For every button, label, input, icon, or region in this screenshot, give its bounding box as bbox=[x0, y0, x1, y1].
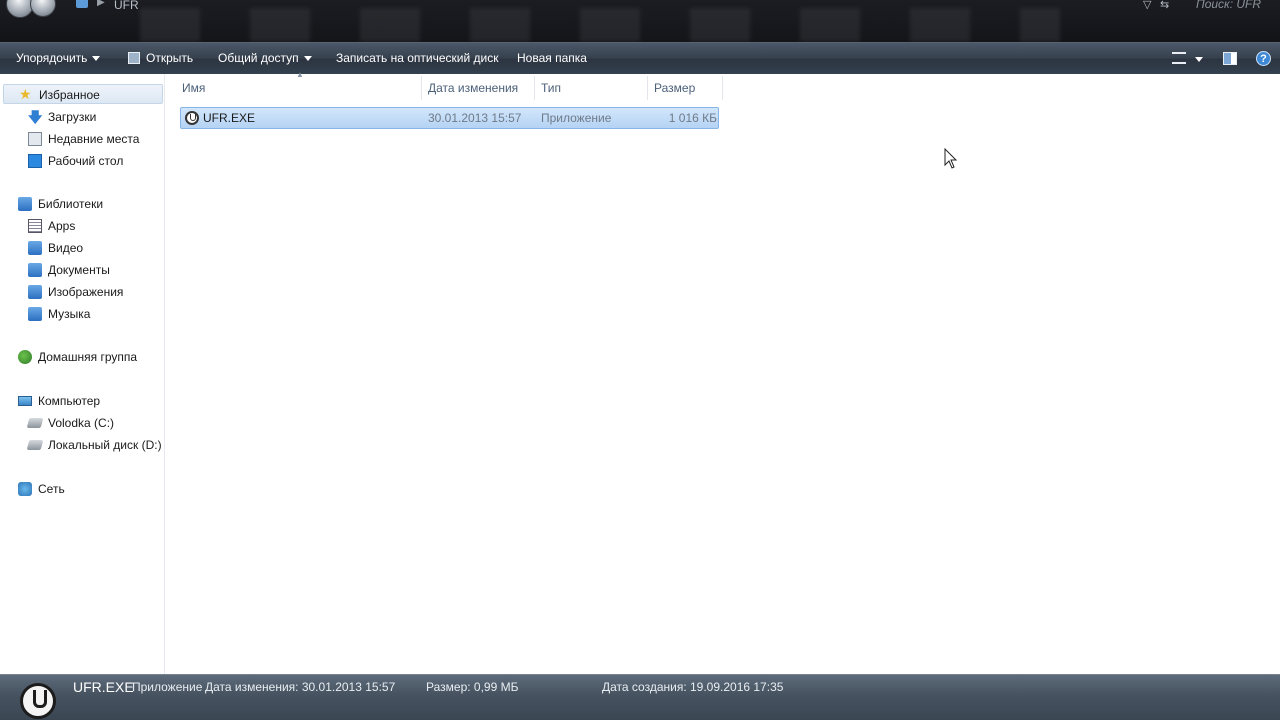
sidebar-item-label: Volodka (C:) bbox=[48, 416, 115, 430]
sidebar-item-label: Сеть bbox=[38, 482, 65, 496]
star-icon: ★ bbox=[19, 86, 32, 102]
file-type: Приложение bbox=[541, 111, 612, 125]
sidebar-item-label: Локальный диск (D:) bbox=[48, 438, 162, 452]
application-large-icon bbox=[20, 683, 56, 719]
chevron-down-icon bbox=[303, 56, 312, 62]
sidebar-item-favorites[interactable]: ★ Избранное bbox=[3, 84, 163, 104]
network-icon bbox=[18, 482, 32, 496]
sidebar-item-label: Музыка bbox=[48, 307, 91, 321]
documents-library-icon bbox=[28, 263, 42, 277]
sidebar-item-label: Библиотеки bbox=[38, 197, 104, 211]
music-library-icon bbox=[28, 307, 42, 321]
video-library-icon bbox=[28, 241, 42, 255]
details-created: Дата создания: 19.09.2016 17:35 bbox=[602, 680, 784, 694]
breadcrumb-ufr[interactable]: UFR bbox=[114, 0, 139, 12]
column-header-size[interactable]: Размер bbox=[648, 76, 723, 100]
sidebar-item-label: Документы bbox=[48, 263, 110, 277]
library-icon bbox=[18, 197, 32, 211]
download-arrow-icon: 🡇 bbox=[28, 109, 43, 125]
sidebar-item-label: Избранное bbox=[39, 88, 100, 102]
title-bar: ▶ UFR ▽ ⇆ Поиск: UFR bbox=[0, 0, 1280, 42]
apps-library-icon bbox=[28, 219, 42, 233]
recent-places-icon bbox=[28, 132, 42, 146]
file-size: 1 016 КБ bbox=[668, 111, 717, 125]
folder-icon bbox=[76, 0, 88, 8]
organize-button[interactable]: Упорядочить bbox=[16, 43, 101, 74]
open-icon bbox=[128, 52, 140, 64]
forward-button[interactable] bbox=[30, 0, 56, 17]
application-icon bbox=[185, 111, 199, 125]
homegroup-icon bbox=[18, 350, 32, 364]
sidebar-item-label: Домашняя группа bbox=[38, 350, 138, 364]
details-file-type: Приложение bbox=[132, 680, 203, 694]
command-bar: Упорядочить Открыть Общий доступ Записат… bbox=[0, 42, 1280, 74]
file-row-selected[interactable]: UFR.EXE 30.01.2013 15:57 Приложение 1 01… bbox=[180, 107, 719, 129]
refresh-icon[interactable]: ⇆ bbox=[1160, 0, 1169, 11]
chevron-down-icon bbox=[92, 56, 101, 62]
navigation-pane: ★ Избранное 🡇 Загрузки Недавние места Ра… bbox=[0, 74, 165, 674]
column-header-date[interactable]: Дата изменения bbox=[422, 76, 535, 100]
burn-disc-button[interactable]: Записать на оптический диск bbox=[336, 43, 499, 74]
details-modified: Дата изменения: 30.01.2013 15:57 bbox=[205, 680, 396, 694]
drive-icon bbox=[26, 440, 44, 450]
search-input[interactable]: Поиск: UFR bbox=[1196, 0, 1280, 13]
sidebar-item-label: Видео bbox=[48, 241, 84, 255]
computer-icon bbox=[18, 396, 32, 406]
chevron-down-icon[interactable] bbox=[1195, 57, 1203, 62]
sidebar-item-label: Apps bbox=[48, 219, 76, 233]
sidebar-item-label: Изображения bbox=[48, 285, 124, 299]
sidebar-item-label: Недавние места bbox=[48, 132, 140, 146]
file-name: UFR.EXE bbox=[203, 111, 256, 125]
open-button[interactable]: Открыть bbox=[128, 43, 193, 74]
background-taskbar-blur bbox=[140, 8, 1060, 42]
sidebar-item-label: Рабочий стол bbox=[48, 154, 124, 168]
help-icon[interactable]: ? bbox=[1256, 51, 1271, 66]
breadcrumb-chevron-icon[interactable]: ▶ bbox=[97, 0, 105, 8]
details-file-name: UFR.EXE bbox=[73, 679, 134, 695]
open-label: Открыть bbox=[146, 51, 194, 65]
new-folder-button[interactable]: Новая папка bbox=[517, 43, 587, 74]
sidebar-item-label: Компьютер bbox=[38, 394, 101, 408]
organize-label: Упорядочить bbox=[16, 51, 88, 65]
details-pane: UFR.EXE Приложение Дата изменения: 30.01… bbox=[0, 674, 1280, 720]
view-options-icon[interactable] bbox=[1172, 52, 1186, 64]
details-size: Размер: 0,99 МБ bbox=[426, 680, 519, 694]
share-label: Общий доступ bbox=[218, 51, 299, 65]
drive-icon bbox=[26, 418, 44, 428]
history-dropdown-icon[interactable]: ▽ bbox=[1143, 0, 1151, 11]
column-header-name[interactable]: Имя bbox=[176, 76, 422, 100]
images-library-icon bbox=[28, 285, 42, 299]
preview-pane-icon[interactable] bbox=[1223, 52, 1237, 65]
column-header-type[interactable]: Тип bbox=[535, 76, 648, 100]
file-date: 30.01.2013 15:57 bbox=[428, 111, 522, 125]
desktop-icon bbox=[28, 154, 42, 168]
sidebar-item-label: Загрузки bbox=[48, 110, 97, 124]
